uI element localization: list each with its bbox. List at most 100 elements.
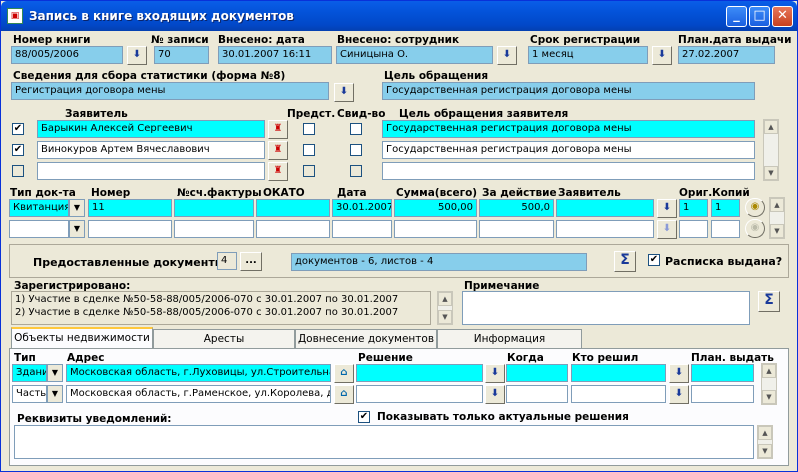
doc-type-dropdown-icon[interactable]: ▼ <box>69 199 85 217</box>
obj-address-field[interactable]: Московская область, г.Раменское, ул.Коро… <box>66 385 331 403</box>
only-actual-checkbox[interactable]: ✔ <box>358 411 370 423</box>
when-field[interactable] <box>506 385 568 403</box>
decision-field[interactable] <box>356 364 483 382</box>
cert-checkbox[interactable] <box>350 165 362 177</box>
who-dropdown-button[interactable]: ⬇ <box>669 364 689 383</box>
doc-date-field[interactable]: 30.01.2007 <box>332 199 392 217</box>
sigma-icon[interactable]: Σ <box>614 251 636 272</box>
repr-checkbox[interactable] <box>303 144 315 156</box>
stamp-icon[interactable]: ◉ <box>745 219 765 238</box>
tab-info[interactable]: Информация <box>437 329 582 349</box>
person-icon[interactable]: ♜ <box>268 162 288 181</box>
book-number-dropdown-button[interactable]: ⬇ <box>127 46 147 65</box>
person-icon[interactable]: ♜ <box>268 141 288 160</box>
provided-docs-button[interactable]: ... <box>240 252 262 271</box>
doc-date-field[interactable] <box>332 220 392 238</box>
doc-number-field[interactable] <box>88 220 172 238</box>
doc-type-field[interactable] <box>9 220 69 238</box>
invoice-field[interactable] <box>174 220 254 238</box>
copies-field[interactable]: 1 <box>711 199 740 217</box>
okato-field[interactable] <box>256 199 330 217</box>
doc-applicant-dropdown-button[interactable]: ⬇ <box>657 220 677 239</box>
applicant-name-field[interactable]: Винокуров Артем Вячеславович <box>37 141 265 159</box>
employee-field[interactable]: Синицына О. <box>336 46 493 64</box>
decision-field[interactable] <box>356 385 483 403</box>
sigma-icon[interactable]: Σ <box>758 291 780 312</box>
action-field[interactable]: 500,0 <box>479 199 554 217</box>
stamp-icon[interactable]: ◉ <box>745 198 765 217</box>
person-icon[interactable]: ♜ <box>268 120 288 139</box>
applicant-purpose-field[interactable] <box>382 162 755 180</box>
scroll-down-icon[interactable]: ▼ <box>438 310 452 324</box>
docs-scrollbar[interactable]: ▲ ▼ <box>769 197 785 239</box>
purpose-field[interactable]: Государственная регистрация договора мен… <box>382 82 755 100</box>
applicant-checkbox[interactable]: ✔ <box>12 123 24 135</box>
stats-field[interactable]: Регистрация договора мены <box>11 82 329 100</box>
scroll-up-icon[interactable]: ▲ <box>764 120 778 134</box>
tab-arrests[interactable]: Аресты <box>153 329 295 349</box>
scroll-down-icon[interactable]: ▼ <box>762 390 776 404</box>
orig-field[interactable] <box>679 220 708 238</box>
who-dropdown-button[interactable]: ⬇ <box>669 385 689 404</box>
scroll-down-icon[interactable]: ▼ <box>770 224 784 238</box>
tab-objects[interactable]: Объекты недвижимости <box>11 327 153 349</box>
tab-additional-docs[interactable]: Довнесение документов <box>295 329 437 349</box>
obj-type-dropdown-icon[interactable]: ▼ <box>47 385 63 403</box>
minimize-button[interactable]: _ <box>726 6 747 27</box>
stats-dropdown-button[interactable]: ⬇ <box>334 83 354 102</box>
maximize-button[interactable]: □ <box>749 6 770 27</box>
notifications-scrollbar[interactable]: ▲ ▼ <box>757 425 773 459</box>
scroll-up-icon[interactable]: ▲ <box>758 426 772 440</box>
doc-type-dropdown-icon[interactable]: ▼ <box>69 220 85 238</box>
doc-applicant-field[interactable] <box>556 199 654 217</box>
decision-dropdown-button[interactable]: ⬇ <box>485 385 505 404</box>
cert-checkbox[interactable] <box>350 144 362 156</box>
plan-issue-field[interactable] <box>691 385 754 403</box>
notifications-field[interactable] <box>14 425 754 459</box>
obj-type-dropdown-icon[interactable]: ▼ <box>47 364 63 382</box>
book-number-field[interactable]: 88/005/2006 <box>11 46 123 64</box>
okato-field[interactable] <box>256 220 330 238</box>
doc-applicant-field[interactable] <box>556 220 654 238</box>
scroll-up-icon[interactable]: ▲ <box>438 292 452 306</box>
applicant-purpose-field[interactable]: Государственная регистрация договора мен… <box>382 120 755 138</box>
applicant-name-field[interactable]: Барыкин Алексей Сергеевич <box>37 120 265 138</box>
who-field[interactable] <box>571 385 666 403</box>
house-icon[interactable]: ⌂ <box>334 385 354 404</box>
orig-field[interactable]: 1 <box>679 199 708 217</box>
applicant-name-field[interactable] <box>37 162 265 180</box>
obj-address-field[interactable]: Московская область, г.Луховицы, ул.Строи… <box>66 364 331 382</box>
title-bar[interactable]: ▣ Запись в книге входящих документов _ □… <box>1 1 797 31</box>
house-icon[interactable]: ⌂ <box>334 364 354 383</box>
obj-type-field[interactable]: Часть <box>12 385 47 403</box>
doc-applicant-dropdown-button[interactable]: ⬇ <box>657 199 677 218</box>
invoice-field[interactable] <box>174 199 254 217</box>
record-field[interactable]: 70 <box>154 46 209 64</box>
sum-field[interactable]: 500,00 <box>394 199 477 217</box>
note-field[interactable] <box>462 291 750 325</box>
doc-type-field[interactable]: Квитанция <box>9 199 69 217</box>
objects-scrollbar[interactable]: ▲ ▼ <box>761 363 777 405</box>
copies-field[interactable] <box>711 220 740 238</box>
employee-dropdown-button[interactable]: ⬇ <box>497 46 517 65</box>
term-field[interactable]: 1 месяц <box>528 46 648 64</box>
term-dropdown-button[interactable]: ⬇ <box>652 46 672 65</box>
scroll-up-icon[interactable]: ▲ <box>770 198 784 212</box>
doc-number-field[interactable]: 11 <box>88 199 172 217</box>
when-field[interactable] <box>506 364 568 382</box>
scroll-up-icon[interactable]: ▲ <box>762 364 776 378</box>
applicants-scrollbar[interactable]: ▲ ▼ <box>763 119 779 181</box>
cert-checkbox[interactable] <box>350 123 362 135</box>
scroll-down-icon[interactable]: ▼ <box>758 444 772 458</box>
entry-date-field[interactable]: 30.01.2007 16:11 <box>218 46 332 64</box>
close-button[interactable]: ✕ <box>772 6 793 27</box>
sum-field[interactable] <box>394 220 477 238</box>
repr-checkbox[interactable] <box>303 165 315 177</box>
obj-type-field[interactable]: Здани <box>12 364 47 382</box>
plan-date-field[interactable]: 27.02.2007 <box>678 46 775 64</box>
applicant-checkbox[interactable] <box>12 165 24 177</box>
registered-scrollbar[interactable]: ▲ ▼ <box>437 291 453 325</box>
repr-checkbox[interactable] <box>303 123 315 135</box>
decision-dropdown-button[interactable]: ⬇ <box>485 364 505 383</box>
action-field[interactable] <box>479 220 554 238</box>
